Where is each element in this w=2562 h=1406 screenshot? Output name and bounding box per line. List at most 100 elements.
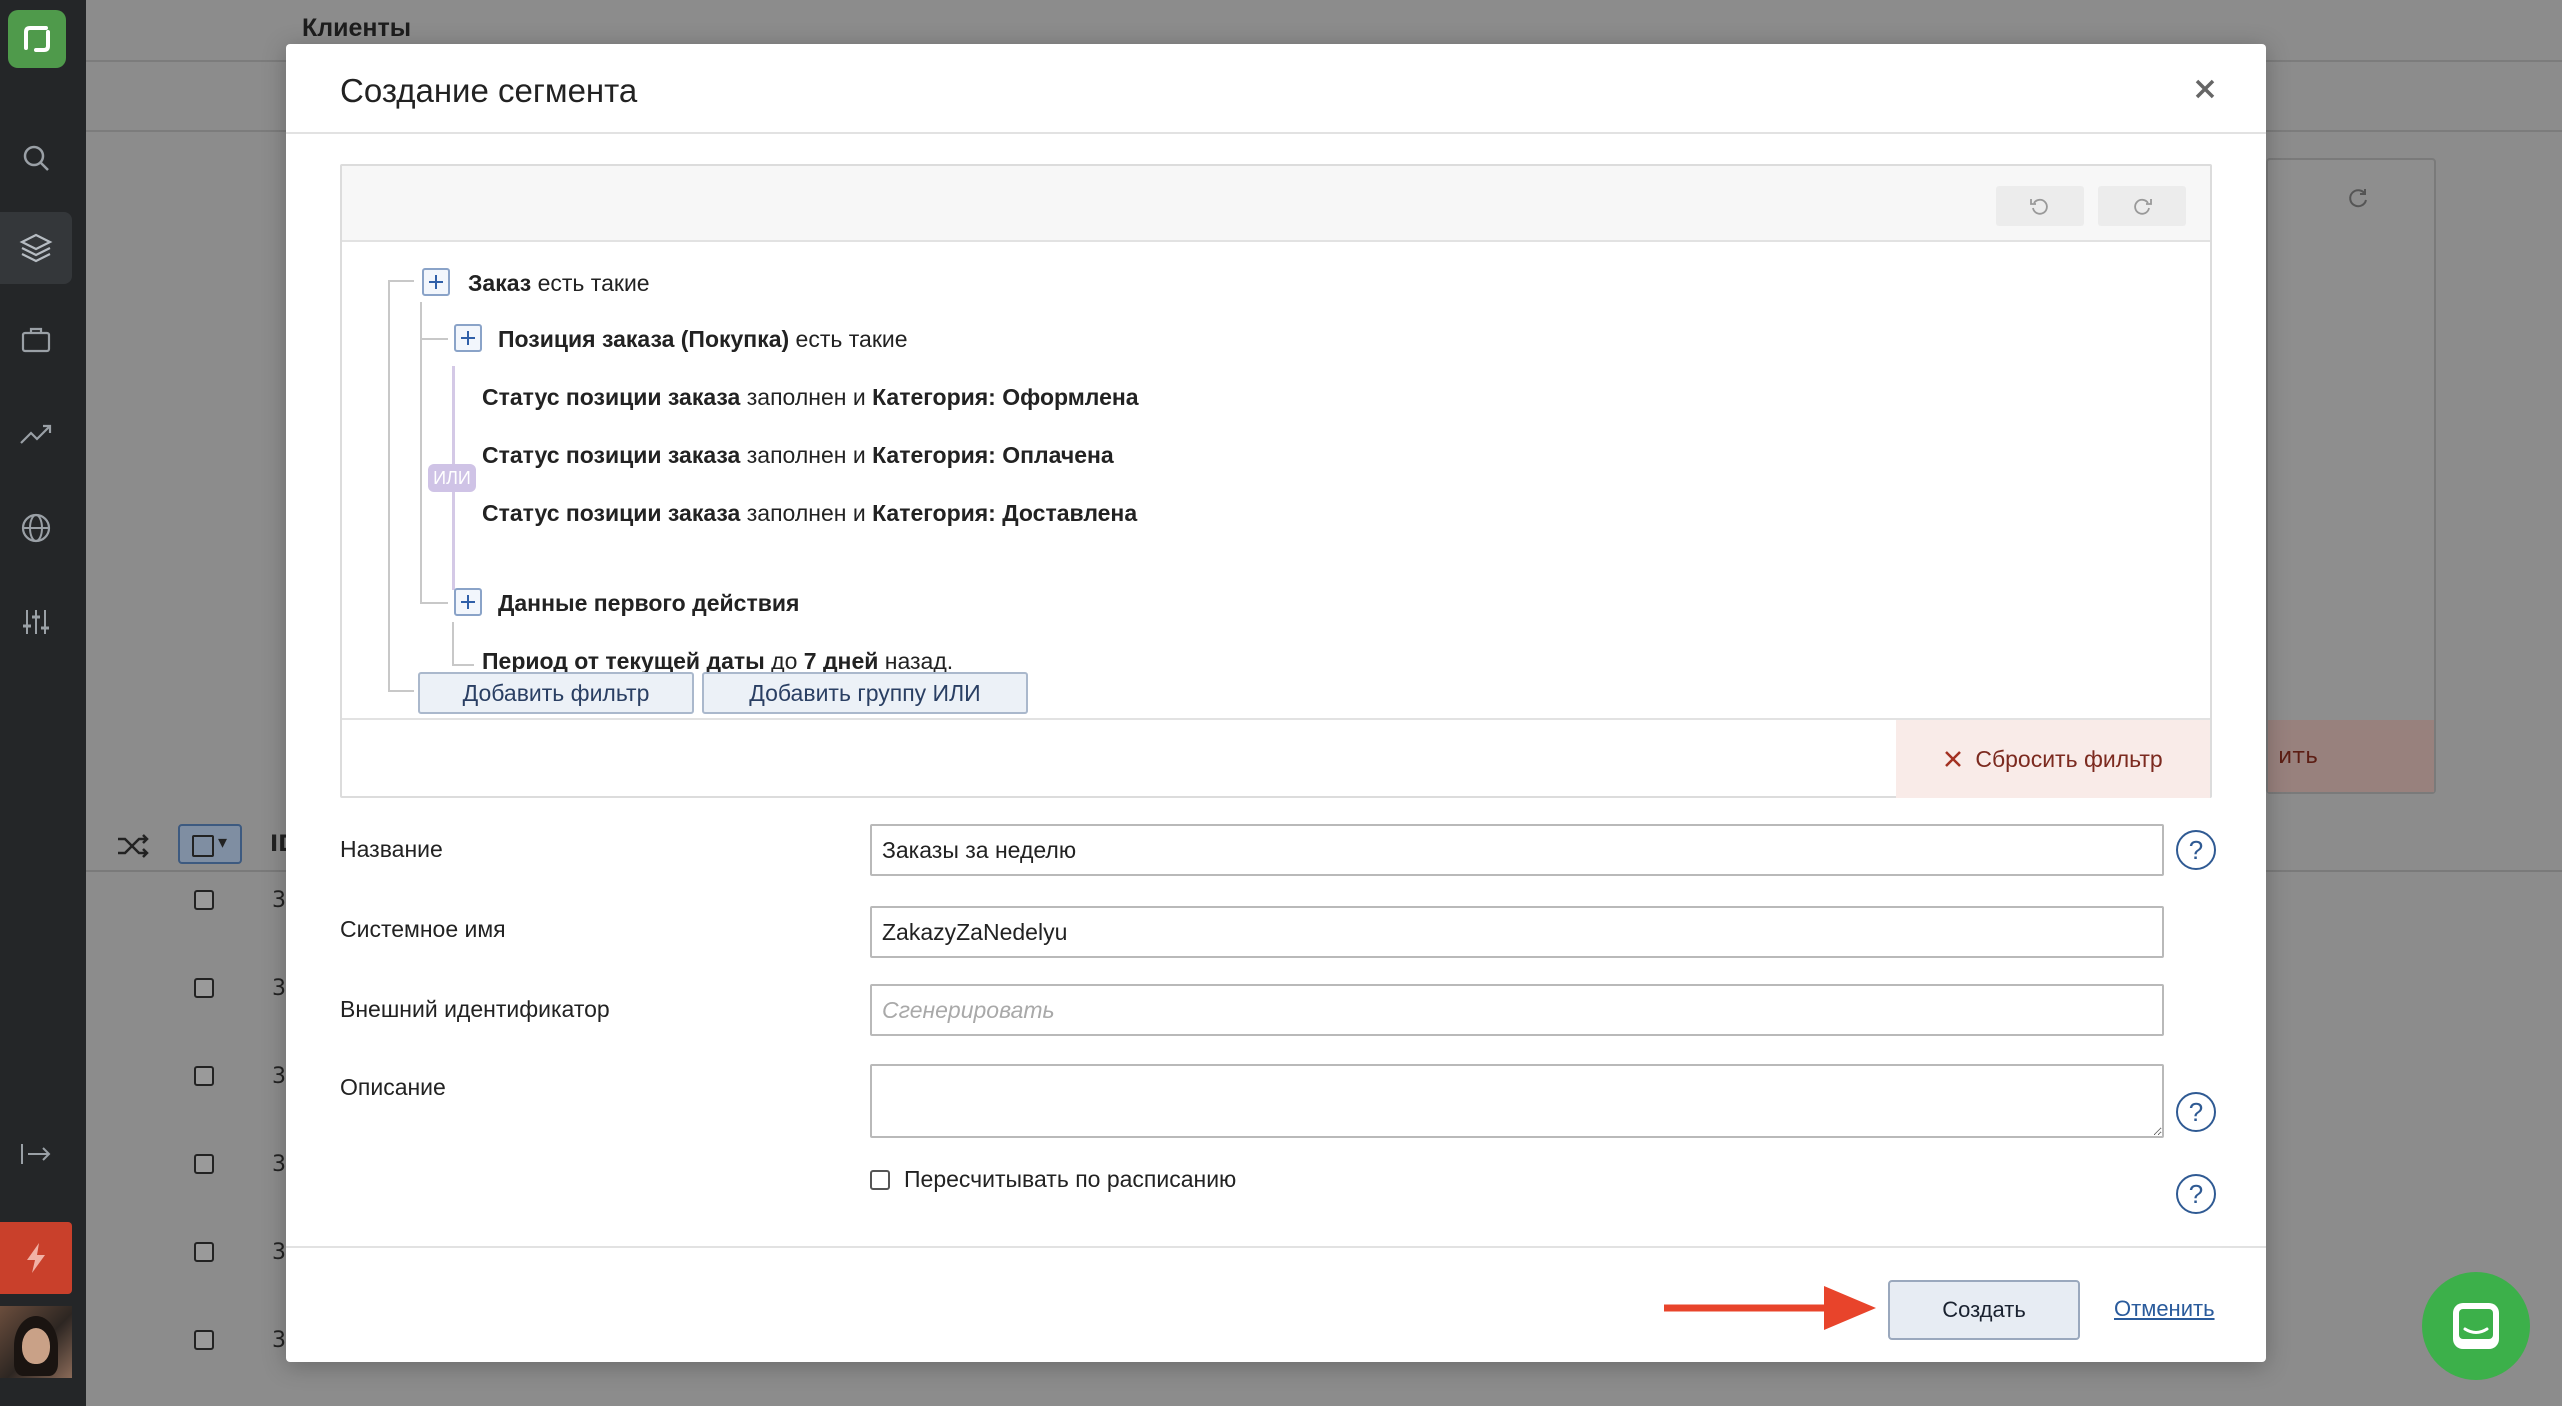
tree-connector (388, 282, 390, 692)
undo-button[interactable] (1996, 186, 2084, 226)
period-condition-row[interactable]: Период от текущей даты до 7 дней назад. (482, 648, 953, 675)
order-item-filter-row: Позиция заказа (Покупка) есть такие (498, 326, 908, 353)
app-sidebar (0, 0, 86, 1406)
sidebar-briefcase[interactable] (0, 304, 72, 376)
condition-category-label: Категория: (872, 384, 996, 410)
filter-footer: Сбросить фильтр (342, 718, 2210, 798)
condition-field: Статус позиции заказа (482, 500, 741, 526)
cancel-link[interactable]: Отменить (2114, 1296, 2215, 1322)
undo-icon (2030, 198, 2048, 215)
lightning-icon (27, 1243, 45, 1273)
close-button[interactable] (2190, 74, 2220, 104)
condition-row[interactable]: Статус позиции заказа заполнен и Категор… (482, 500, 1137, 527)
chat-widget-button[interactable] (2422, 1272, 2530, 1380)
avatar-face (22, 1328, 50, 1364)
description-help-icon[interactable]: ? (2176, 1092, 2216, 1132)
row-id: 3 (272, 888, 286, 913)
briefcase-icon (21, 327, 51, 353)
order-item-filter-suffix: есть такие (795, 326, 908, 352)
description-textarea[interactable] (870, 1064, 2164, 1138)
recalc-schedule-row: Пересчитывать по расписанию (870, 1166, 1236, 1193)
period-mid: до (771, 648, 798, 674)
condition-operator: заполнен и (746, 384, 866, 410)
condition-value: Доставлена (1002, 500, 1138, 526)
sliders-icon (23, 610, 49, 634)
chat-icon (2453, 1303, 2499, 1349)
add-or-group-button[interactable]: Добавить группу ИЛИ (702, 672, 1028, 714)
row-id: 3 (272, 1328, 286, 1353)
background-filter-panel: ить (2266, 158, 2436, 794)
row-id: 3 (272, 1240, 286, 1265)
order-item-filter-name: Позиция заказа (Покупка) (498, 326, 790, 352)
period-value: 7 дней (803, 648, 879, 674)
collapse-arrow-icon (21, 1144, 51, 1164)
sidebar-quick-action[interactable] (0, 1222, 72, 1294)
logo-icon (24, 26, 50, 52)
close-icon (1945, 751, 1962, 767)
expand-first-action-button[interactable] (454, 588, 482, 616)
system-name-label: Системное имя (340, 916, 506, 942)
redo-icon (2134, 198, 2152, 215)
create-segment-modal: Создание сегмента Заказ есть такие Позиц… (286, 44, 2266, 1362)
page-title: Клиенты (302, 14, 412, 42)
reset-filter-button[interactable]: Сбросить фильтр (1896, 720, 2210, 798)
condition-row[interactable]: Статус позиции заказа заполнен и Категор… (482, 442, 1114, 469)
background-reset-area: ить (2268, 720, 2434, 792)
tree-connector (420, 338, 448, 340)
filter-toolbar (342, 166, 2210, 242)
sidebar-collapse[interactable] (0, 1118, 72, 1190)
layers-icon (19, 233, 53, 263)
row-checkbox[interactable] (194, 1066, 214, 1086)
tree-connector (452, 664, 474, 666)
sidebar-globe[interactable] (0, 492, 72, 564)
tree-connector (452, 622, 454, 666)
reset-filter-label: Сбросить фильтр (1975, 745, 2163, 772)
shuffle-icon[interactable] (116, 834, 150, 865)
name-input[interactable] (870, 824, 2164, 876)
row-checkbox[interactable] (194, 890, 214, 910)
condition-field: Статус позиции заказа (482, 384, 741, 410)
tree-connector (388, 280, 414, 282)
condition-operator: заполнен и (746, 500, 866, 526)
row-id: 3 (272, 1152, 286, 1177)
row-checkbox[interactable] (194, 978, 214, 998)
sidebar-analytics[interactable] (0, 398, 72, 470)
filter-tree: Заказ есть такие Позиция заказа (Покупка… (342, 242, 2210, 718)
or-badge: ИЛИ (428, 464, 476, 492)
row-checkbox[interactable] (194, 1330, 214, 1350)
row-checkbox[interactable] (194, 1154, 214, 1174)
create-button[interactable]: Создать (1888, 1280, 2080, 1340)
sidebar-layers[interactable] (0, 212, 72, 284)
user-avatar[interactable] (0, 1306, 72, 1378)
order-filter-name: Заказ (468, 270, 532, 296)
first-action-filter-name: Данные первого действия (498, 590, 800, 616)
condition-category-label: Категория: (872, 500, 996, 526)
modal-title: Создание сегмента (340, 72, 638, 109)
globe-icon (21, 513, 51, 543)
condition-row[interactable]: Статус позиции заказа заполнен и Категор… (482, 384, 1139, 411)
tree-connector (388, 690, 414, 692)
filter-builder: Заказ есть такие Позиция заказа (Покупка… (340, 164, 2212, 798)
expand-order-item-button[interactable] (454, 324, 482, 352)
select-all-dropdown[interactable] (178, 824, 242, 864)
add-filter-button[interactable]: Добавить фильтр (418, 672, 694, 714)
app-logo[interactable] (8, 10, 66, 68)
redo-button[interactable] (2098, 186, 2186, 226)
recalc-help-icon[interactable]: ? (2176, 1174, 2216, 1214)
name-help-icon[interactable]: ? (2176, 830, 2216, 870)
condition-value: Оплачена (1002, 442, 1114, 468)
external-id-input[interactable] (870, 984, 2164, 1036)
row-checkbox[interactable] (194, 1242, 214, 1262)
sidebar-settings[interactable] (0, 586, 72, 658)
condition-category-label: Категория: (872, 442, 996, 468)
recalc-schedule-checkbox[interactable] (870, 1169, 890, 1190)
expand-order-button[interactable] (422, 268, 450, 296)
row-id: 3 (272, 1064, 286, 1089)
condition-operator: заполнен и (746, 442, 866, 468)
period-field: Период от текущей даты (482, 648, 765, 674)
sidebar-search[interactable] (0, 122, 72, 194)
condition-field: Статус позиции заказа (482, 442, 741, 468)
system-name-input[interactable] (870, 906, 2164, 958)
search-icon (23, 145, 49, 171)
description-label: Описание (340, 1074, 446, 1100)
